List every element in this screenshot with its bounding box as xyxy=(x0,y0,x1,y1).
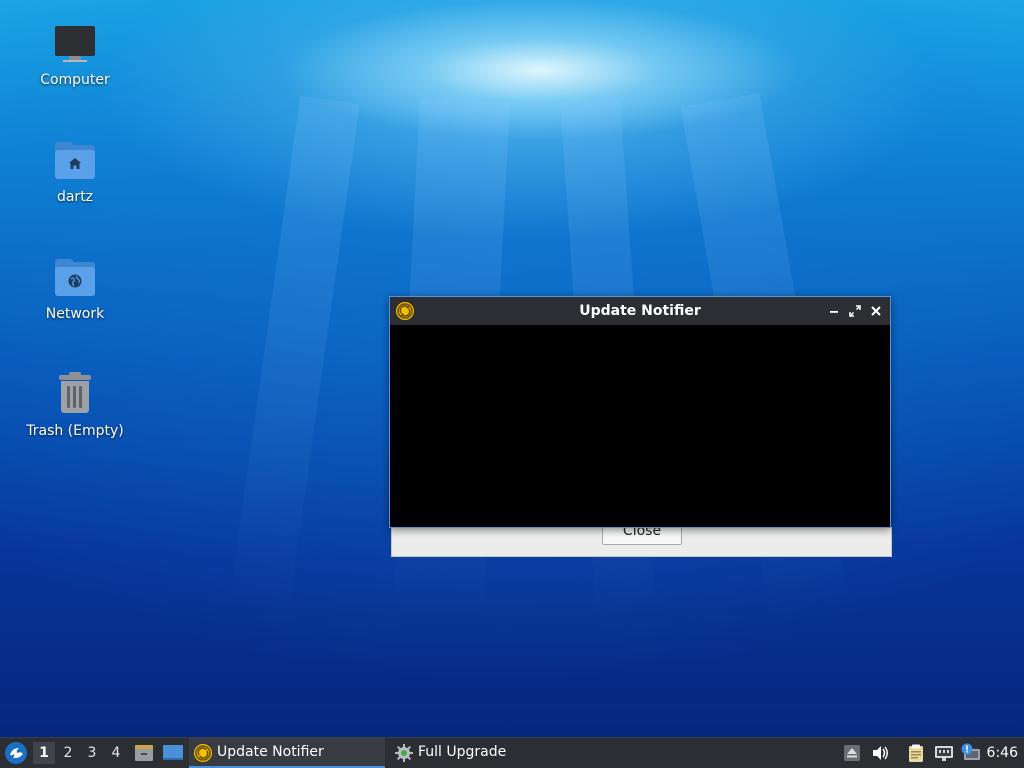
desktop-icon-computer[interactable]: Computer xyxy=(20,20,130,88)
dialog-button-area: Close xyxy=(391,523,892,557)
desktop-icon-label: Trash (Empty) xyxy=(26,423,124,439)
desktop-icon-network[interactable]: Network xyxy=(20,254,130,322)
eject-icon[interactable] xyxy=(842,743,862,763)
light-ray xyxy=(227,95,360,620)
desktop-icon-home[interactable]: dartz xyxy=(20,137,130,205)
desktop: Computer dartz Network Trash (Empty) Clo… xyxy=(0,0,1024,768)
desktop-icon-trash[interactable]: Trash (Empty) xyxy=(20,371,130,439)
clipboard-icon[interactable] xyxy=(906,743,926,763)
clock[interactable]: 6:46 xyxy=(987,738,1018,768)
network-folder-icon xyxy=(51,254,99,302)
update-alert-icon[interactable] xyxy=(960,743,980,763)
home-folder-icon xyxy=(51,137,99,185)
taskbar-task-update-notifier[interactable]: Update Notifier xyxy=(189,738,385,768)
window-title: Update Notifier xyxy=(579,303,701,319)
minimize-icon[interactable] xyxy=(824,301,844,321)
task-label: Update Notifier xyxy=(217,744,324,760)
desktop-icon xyxy=(163,745,183,760)
start-menu-button[interactable] xyxy=(3,740,29,766)
gear-icon xyxy=(395,744,413,762)
task-label: Full Upgrade xyxy=(418,744,507,760)
update-notifier-window[interactable]: Update Notifier xyxy=(389,296,891,528)
lubuntu-logo-icon xyxy=(5,742,27,764)
workspace-2[interactable]: 2 xyxy=(57,742,79,764)
file-cabinet-icon xyxy=(135,745,153,761)
workspace-1[interactable]: 1 xyxy=(33,742,55,764)
close-icon[interactable] xyxy=(866,301,886,321)
maximize-icon[interactable] xyxy=(845,301,865,321)
show-desktop-button[interactable] xyxy=(162,743,184,763)
desktop-icon-label: dartz xyxy=(56,189,94,205)
workspace-4[interactable]: 4 xyxy=(105,742,127,764)
window-content xyxy=(390,325,890,527)
network-wired-icon[interactable] xyxy=(934,743,954,763)
trash-icon xyxy=(51,371,99,419)
volume-icon[interactable] xyxy=(870,743,890,763)
desktop-icon-label: Network xyxy=(45,306,105,322)
update-notifier-icon xyxy=(194,744,212,762)
taskbar-task-full-upgrade[interactable]: Full Upgrade xyxy=(390,738,590,768)
window-titlebar[interactable]: Update Notifier xyxy=(390,297,890,325)
workspace-3[interactable]: 3 xyxy=(81,742,103,764)
desktop-icon-label: Computer xyxy=(40,72,110,88)
taskbar: 1 2 3 4 Update Notifier Full Upgrade 6:4… xyxy=(0,737,1024,768)
file-manager-launcher[interactable] xyxy=(134,743,154,763)
computer-icon xyxy=(51,20,99,68)
